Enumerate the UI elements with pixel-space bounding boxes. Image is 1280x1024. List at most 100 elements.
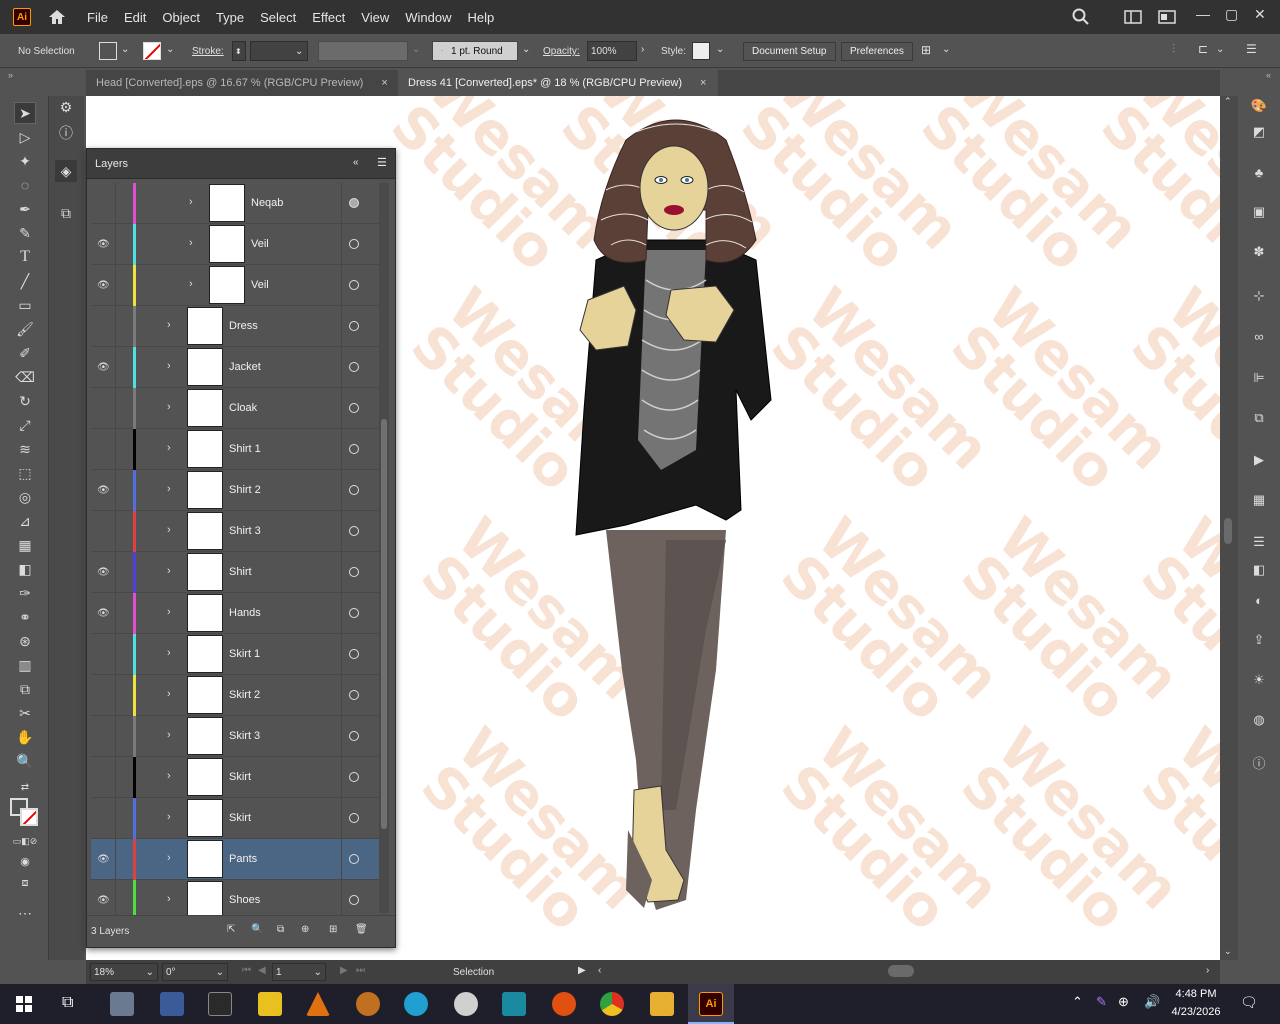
pen-icon[interactable]: ✎ — [1096, 994, 1107, 1010]
curvature-tool-icon[interactable]: ✎ — [14, 222, 36, 244]
symbol-sprayer-tool-icon[interactable]: ⊛ — [14, 630, 36, 652]
menu-select[interactable]: Select — [260, 10, 296, 25]
transform-panel-icon[interactable]: ⊹ — [1248, 286, 1270, 306]
visibility-eye-icon[interactable] — [97, 690, 111, 700]
menu-type[interactable]: Type — [216, 10, 244, 25]
magic-wand-tool-icon[interactable]: ✦ — [14, 150, 36, 172]
visibility-eye-icon[interactable] — [97, 526, 111, 536]
last-artboard-icon[interactable]: ⏭ — [356, 965, 365, 976]
layer-name[interactable]: Pants — [229, 853, 257, 865]
layer-row[interactable]: 👁 › Shirt 2 — [91, 470, 379, 511]
visibility-eye-icon[interactable] — [97, 198, 111, 208]
rectangle-tool-icon[interactable]: ▭ — [14, 294, 36, 316]
expand-chevron-icon[interactable]: › — [189, 196, 193, 208]
line-tool-icon[interactable]: ╱ — [14, 270, 36, 292]
artboards-panel-icon[interactable]: ⧉ — [55, 202, 77, 224]
export-icon[interactable]: ⇪ — [1248, 630, 1270, 650]
close-icon[interactable]: × — [700, 77, 706, 89]
warp-tool-icon[interactable]: ≋ — [14, 438, 36, 460]
layer-target-icon[interactable] — [349, 280, 359, 290]
menu-file[interactable]: File — [87, 10, 108, 25]
notifications-icon[interactable]: 🗨 — [1240, 994, 1258, 1011]
layers-scroll-thumb[interactable] — [381, 419, 387, 829]
shaper-tool-icon[interactable]: ✐ — [14, 342, 36, 364]
mesh-tool-icon[interactable]: ▦ — [14, 534, 36, 556]
delete-layer-icon[interactable]: 🗑 — [355, 924, 368, 935]
layer-name[interactable]: Veil — [251, 238, 269, 250]
visibility-eye-icon[interactable] — [97, 772, 111, 782]
lock-toggle[interactable] — [115, 224, 116, 265]
layer-row[interactable]: › Shirt 3 — [91, 511, 379, 552]
layer-name[interactable]: Skirt — [229, 812, 251, 824]
opacity-chevron-icon[interactable]: › — [641, 44, 644, 55]
layer-row[interactable]: 👁 › Veil — [91, 265, 379, 306]
expand-chevron-icon[interactable]: › — [167, 770, 171, 782]
layer-target-icon[interactable] — [349, 813, 359, 823]
panel-menu-icon[interactable]: ☰ — [377, 156, 387, 169]
app-icon-flower[interactable] — [404, 992, 428, 1016]
layer-row[interactable]: › Skirt 1 — [91, 634, 379, 675]
maximize-button[interactable]: ▢ — [1225, 6, 1238, 23]
zoom-tool-icon[interactable]: 🔍 — [14, 750, 36, 772]
shape-builder-tool-icon[interactable]: ◎ — [14, 486, 36, 508]
system-tray-expand-icon[interactable]: ⌃ — [1072, 994, 1083, 1010]
opacity-input[interactable]: 100% — [587, 41, 637, 61]
visibility-eye-icon[interactable]: 👁 — [97, 854, 111, 865]
menu-window[interactable]: Window — [405, 10, 451, 25]
column-graph-tool-icon[interactable]: ▥ — [14, 654, 36, 676]
rotation-input[interactable]: 0° ⌄ — [162, 963, 228, 981]
direct-selection-tool-icon[interactable]: ▷ — [14, 126, 36, 148]
selection-tool-icon[interactable]: ➤ — [14, 102, 36, 124]
layer-name[interactable]: Shirt 1 — [229, 443, 261, 455]
new-layer-icon[interactable]: ⊞ — [329, 924, 337, 935]
export-layer-icon[interactable]: ⇱ — [227, 924, 235, 935]
expand-chevron-icon[interactable]: › — [167, 483, 171, 495]
expand-chevron-icon[interactable]: › — [167, 565, 171, 577]
properties-icon[interactable]: ⚙ — [55, 96, 77, 118]
expand-chevron-icon[interactable]: › — [167, 360, 171, 372]
document-setup-button[interactable]: Document Setup — [743, 42, 836, 61]
links-panel-icon[interactable]: ∞ — [1248, 326, 1270, 346]
close-icon[interactable]: × — [381, 77, 387, 89]
lock-toggle[interactable] — [115, 634, 116, 675]
stroke-label[interactable]: Stroke: — [192, 46, 224, 57]
horizontal-scroll-thumb[interactable] — [888, 965, 914, 977]
home-icon[interactable] — [47, 8, 67, 26]
lock-toggle[interactable] — [115, 798, 116, 839]
menu-help[interactable]: Help — [467, 10, 494, 25]
layer-target-icon[interactable] — [349, 362, 359, 372]
windows-start-icon[interactable] — [16, 996, 32, 1012]
menu-edit[interactable]: Edit — [124, 10, 146, 25]
visibility-eye-icon[interactable] — [97, 649, 111, 659]
app-icon-remote[interactable] — [502, 992, 526, 1016]
draw-mode-icon[interactable]: ◉ — [14, 850, 36, 872]
scroll-left-icon[interactable]: ‹ — [598, 965, 601, 976]
layer-name[interactable]: Neqab — [251, 197, 283, 209]
expand-chevron-icon[interactable]: › — [167, 852, 171, 864]
app-icon-character[interactable] — [454, 992, 478, 1016]
layer-row[interactable]: › Neqab — [91, 183, 379, 224]
status-menu-icon[interactable]: ▶ — [578, 965, 586, 976]
expand-chevron-icon[interactable]: › — [167, 688, 171, 700]
lock-toggle[interactable] — [115, 347, 116, 388]
artboard-tool-icon[interactable]: ⧉ — [14, 678, 36, 700]
layer-target-icon[interactable] — [349, 731, 359, 741]
layer-name[interactable]: Skirt 3 — [229, 730, 260, 742]
clock-date[interactable]: 4/23/2026 — [1166, 1006, 1226, 1018]
layer-name[interactable]: Dress — [229, 320, 258, 332]
lock-toggle[interactable] — [115, 593, 116, 634]
lock-toggle[interactable] — [115, 183, 116, 224]
layer-target-icon[interactable] — [349, 403, 359, 413]
first-artboard-icon[interactable]: ⏮ — [242, 965, 251, 976]
close-window-button[interactable]: ✕ — [1254, 6, 1266, 23]
layers-panel-icon[interactable]: ◈ — [55, 160, 77, 182]
color-mode-icon[interactable]: ▭◧⊘ — [13, 830, 38, 852]
scroll-right-icon[interactable]: › — [1206, 965, 1209, 976]
lock-toggle[interactable] — [115, 552, 116, 593]
tab-head[interactable]: Head [Converted].eps @ 16.67 % (RGB/CPU … — [86, 70, 398, 96]
slice-tool-icon[interactable]: ✂ — [14, 702, 36, 724]
appearance-icon[interactable]: ☀ — [1248, 670, 1270, 690]
lock-toggle[interactable] — [115, 716, 116, 757]
eyedropper-tool-icon[interactable]: ✑ — [14, 582, 36, 604]
image-trace-icon[interactable]: ◍ — [1248, 710, 1270, 730]
